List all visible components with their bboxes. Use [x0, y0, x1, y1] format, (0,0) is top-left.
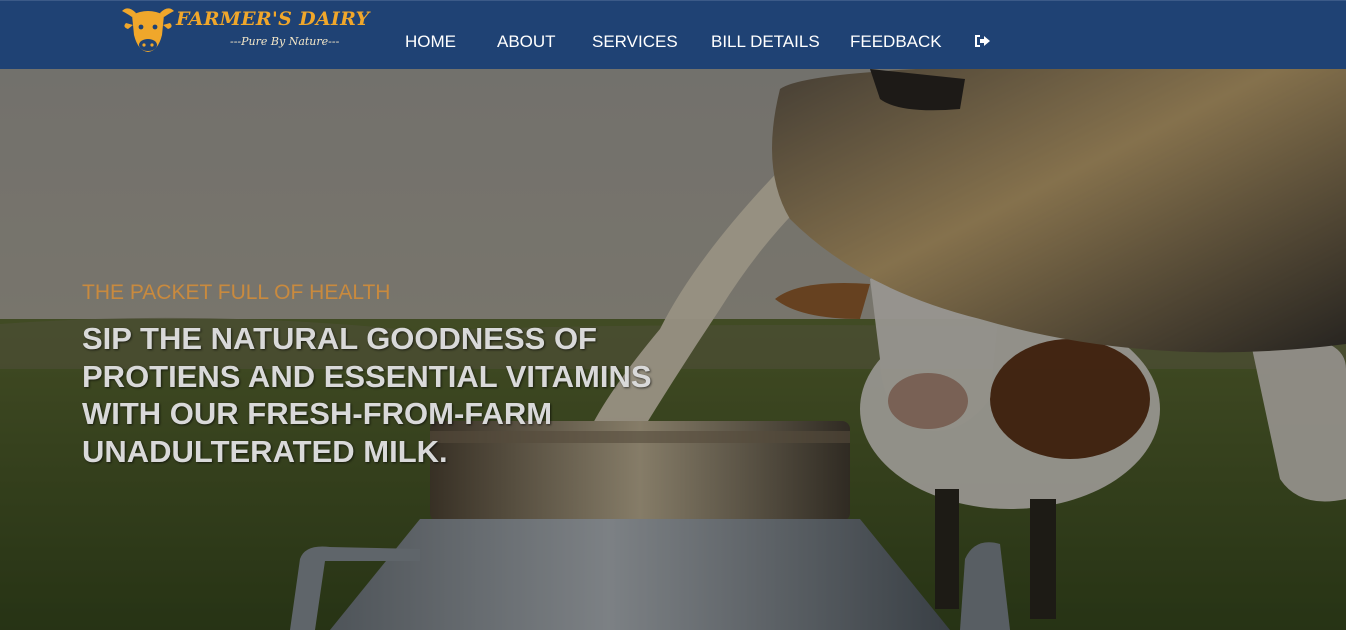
nav-home-link[interactable]: HOME — [405, 32, 456, 52]
sign-out-icon[interactable] — [973, 33, 991, 49]
cow-head-icon — [122, 8, 174, 52]
brand-name: FARMER'S DAIRY — [176, 8, 370, 30]
nav-feedback-link[interactable]: FEEDBACK — [850, 32, 942, 52]
nav-about-link[interactable]: ABOUT — [497, 32, 556, 52]
nav-bill-details-link[interactable]: BILL DETAILS — [711, 32, 820, 52]
brand-tagline: ---Pure By Nature--- — [230, 35, 340, 48]
hero-subtitle: THE PACKET FULL OF HEALTH — [82, 281, 391, 304]
nav-services-link[interactable]: SERVICES — [592, 32, 678, 52]
hero-headline: SIP THE NATURAL GOODNESS OF PROTIENS AND… — [82, 321, 652, 469]
brand-logo[interactable]: FARMER'S DAIRY ---Pure By Nature--- — [118, 3, 393, 55]
hero-banner: THE PACKET FULL OF HEALTH SIP THE NATURA… — [0, 69, 1346, 630]
navbar: FARMER'S DAIRY ---Pure By Nature--- HOME… — [0, 0, 1346, 69]
